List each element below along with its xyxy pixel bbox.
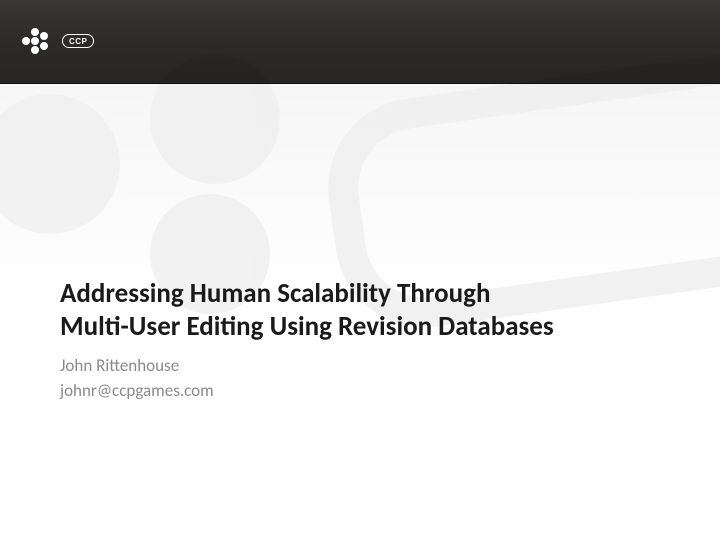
ccp-logo-label: CCP bbox=[69, 37, 87, 46]
slide: CCP Addressing Human Scalability Through… bbox=[0, 0, 720, 540]
background-watermark-icon bbox=[0, 84, 720, 304]
title-line-1: Addressing Human Scalability Through bbox=[60, 278, 660, 311]
slide-title: Addressing Human Scalability Through Mul… bbox=[60, 278, 660, 344]
author-email: johnr@ccpgames.com bbox=[60, 379, 660, 404]
header-bar: CCP bbox=[0, 0, 720, 84]
ccp-logo-text: CCP bbox=[62, 34, 94, 48]
background-fade bbox=[0, 84, 720, 304]
author-name: John Rittenhouse bbox=[60, 354, 660, 379]
title-line-2: Multi-User Editing Using Revision Databa… bbox=[60, 311, 660, 344]
content-area: Addressing Human Scalability Through Mul… bbox=[60, 278, 660, 403]
ccp-logo: CCP bbox=[22, 26, 94, 56]
ccp-logo-dots-icon bbox=[22, 26, 56, 56]
